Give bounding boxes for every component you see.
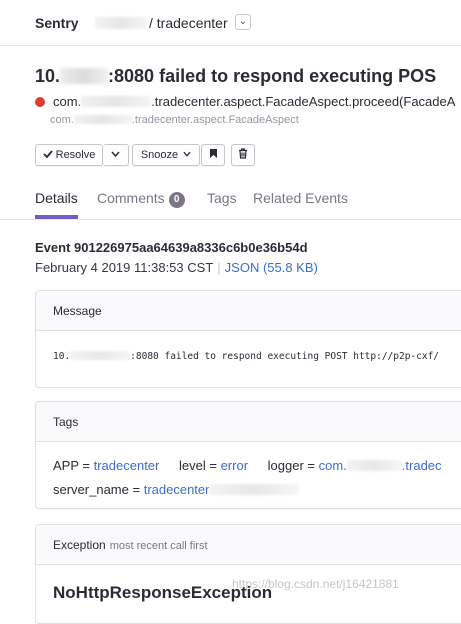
json-link[interactable]: JSON (55.8 KB)	[225, 260, 318, 275]
tags-row: APP = tradecenter level = error logger =…	[53, 454, 461, 478]
event-meta: February 4 2019 11:38:53 CST | JSON (55.8 …	[35, 260, 318, 275]
org-name[interactable]: Sentry	[35, 15, 79, 31]
resolve-button[interactable]: Resolve	[35, 144, 103, 166]
bookmark-icon	[209, 149, 217, 158]
tags-panel: Tags APP = tradecenter level = error log…	[35, 401, 461, 509]
resolve-label: Resolve	[55, 149, 96, 161]
issue-title: 10. :8080 failed to respond executing POS	[35, 66, 436, 87]
tags-list: APP = tradecenter level = error logger =…	[36, 442, 461, 502]
tag-value[interactable]: com.	[319, 458, 347, 473]
project-name[interactable]: / tradecenter	[149, 15, 228, 31]
chevron-down-icon	[111, 151, 120, 158]
tags-row: server_name = tradecenter	[53, 478, 461, 502]
top-bar: Sentry / tradecenter ⌄	[0, 0, 461, 46]
project-dropdown-button[interactable]: ⌄	[235, 14, 251, 30]
redacted-text	[73, 115, 132, 124]
tab-related-events[interactable]: Related Events	[253, 190, 348, 206]
tag-key: server_name	[53, 482, 129, 497]
tag-value[interactable]: tradecenter	[144, 482, 210, 497]
message-suffix: :8080 failed to respond executing POST h…	[130, 351, 440, 362]
issue-title-suffix: :8080 failed to respond executing POS	[108, 66, 437, 86]
comments-count-badge: 0	[168, 192, 185, 208]
issue-culprit: com. .tradecenter.aspect.FacadeAspect.pro…	[35, 94, 455, 109]
redacted-text	[70, 351, 131, 360]
redacted-text	[209, 484, 300, 495]
tags-panel-title: Tags	[36, 402, 461, 442]
exception-panel-subtitle: most recent call first	[109, 540, 208, 552]
message-prefix: 10.	[53, 351, 71, 362]
tag-key: logger	[267, 458, 304, 473]
tag-key: APP	[53, 458, 79, 473]
tag-value[interactable]: error	[221, 458, 248, 473]
project-breadcrumb[interactable]: / tradecenter	[95, 15, 228, 31]
tag-item[interactable]: level = error	[179, 454, 248, 478]
redacted-text	[346, 460, 402, 471]
event-id: Event 901226975aa64639a8336c6b0e36b54d	[35, 240, 308, 255]
exception-panel: Exception most recent call first NoHttpRe…	[35, 524, 461, 624]
issue-tabs: Details Comments 0 Tags Related Events	[0, 186, 461, 220]
subtitle-suffix: .tradecenter.aspect.FacadeAspect	[131, 114, 299, 126]
error-level-indicator	[35, 97, 45, 107]
message-body: 10. :8080 failed to respond executing POS…	[36, 331, 461, 362]
issue-title-prefix: 10.	[35, 66, 61, 86]
chevron-down-icon: ⌄	[238, 16, 248, 27]
snooze-label: Snooze	[140, 149, 179, 161]
tab-tags[interactable]: Tags	[207, 190, 237, 206]
tag-value[interactable]: tradecenter	[94, 458, 160, 473]
exception-panel-title: Exception	[53, 538, 106, 552]
tag-equals: =	[78, 458, 94, 473]
redacted-text	[95, 17, 147, 29]
snooze-button[interactable]: Snooze	[132, 144, 200, 166]
culprit-suffix: .tradecenter.aspect.FacadeAspect.proceed…	[151, 94, 456, 109]
tag-item[interactable]: server_name = tradecenter	[53, 478, 300, 502]
watermark: https://blog.csdn.net/j16421881	[232, 577, 399, 591]
chevron-down-icon	[183, 151, 191, 157]
tag-equals: =	[205, 458, 221, 473]
separator: |	[217, 260, 221, 275]
subtitle-prefix: com.	[50, 114, 74, 126]
issue-subtitle: com. .tradecenter.aspect.FacadeAspect	[50, 114, 299, 126]
tab-details[interactable]: Details	[35, 190, 78, 206]
event-date: February 4 2019 11:38:53 CST	[35, 260, 214, 275]
tab-comments-label: Comments	[97, 190, 165, 206]
tag-item[interactable]: logger = com. .tradec	[268, 454, 442, 478]
redacted-text	[60, 68, 109, 84]
message-panel-title: Message	[36, 291, 461, 331]
active-tab-indicator	[35, 215, 78, 219]
culprit-prefix: com.	[53, 94, 82, 109]
message-panel: Message 10. :8080 failed to respond execu…	[35, 290, 461, 388]
tag-item[interactable]: APP = tradecenter	[53, 454, 159, 478]
checkmark-icon	[42, 150, 53, 159]
bookmark-button[interactable]	[201, 144, 225, 166]
resolve-dropdown-button[interactable]	[103, 144, 129, 166]
tag-equals: =	[128, 482, 144, 497]
redacted-text	[81, 96, 152, 107]
trash-icon	[239, 148, 247, 159]
exception-panel-header: Exception most recent call first	[36, 525, 461, 565]
tag-key: level	[179, 458, 206, 473]
tag-value-rest[interactable]: .tradec	[402, 458, 442, 473]
tag-equals: =	[303, 458, 319, 473]
tab-comments[interactable]: Comments 0	[97, 190, 185, 208]
delete-button[interactable]	[231, 144, 255, 166]
